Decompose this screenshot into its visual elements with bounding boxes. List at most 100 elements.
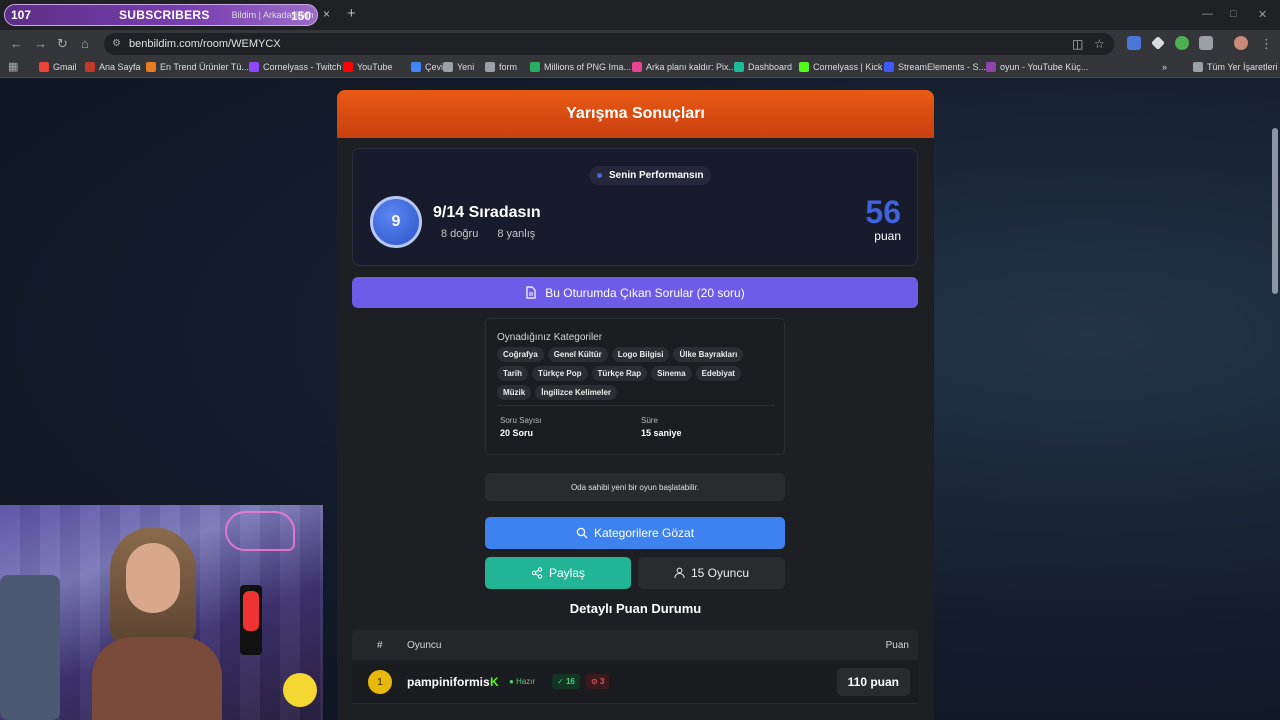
bookmark-star-icon[interactable]: ☆ — [1094, 37, 1105, 51]
bookmark-label: Yeni — [457, 62, 475, 72]
col-points: Puan — [885, 640, 909, 651]
category-chip: Ülke Bayrakları — [673, 347, 744, 362]
score-unit: puan — [874, 229, 901, 243]
bookmark-favicon-icon — [734, 62, 744, 72]
bookmark-item[interactable]: Çevir — [411, 62, 446, 72]
omnibox[interactable]: ⚙ benbildim.com/room/WEMYCX ◫ ☆ — [104, 33, 1114, 55]
share-label: Paylaş — [548, 566, 586, 580]
bookmark-item[interactable]: oyun - YouTube Küç... — [986, 62, 1088, 72]
site-info-icon[interactable]: ⚙ — [112, 38, 121, 49]
detailed-scores-title: Detaylı Puan Durumu — [569, 601, 702, 616]
neon-sign — [225, 511, 295, 551]
home-icon[interactable]: ⌂ — [81, 36, 89, 51]
extension-icon[interactable] — [1151, 36, 1165, 50]
ready-label: Hazır — [516, 677, 536, 686]
bookmark-label: Arka planı kaldır: Pix... — [646, 62, 737, 72]
bookmark-favicon-icon — [343, 62, 353, 72]
session-questions-button[interactable]: Bu Oturumda Çıkan Sorular (20 soru) — [352, 277, 918, 308]
session-questions-label: Bu Oturumda Çıkan Sorular (20 soru) — [545, 285, 745, 300]
url-text[interactable]: benbildim.com/room/WEMYCX — [129, 38, 281, 50]
category-chip: Logo Bilgisi — [611, 347, 670, 362]
wrong-count: 8 yanlış — [497, 228, 536, 240]
close-tab-icon[interactable]: × — [323, 7, 330, 21]
browse-categories-label: Kategorilere Gözat — [593, 526, 695, 540]
category-chip: Genel Kültür — [547, 347, 608, 362]
question-count-label: Soru Sayısı — [500, 416, 542, 425]
score-value: 56 — [865, 194, 901, 230]
duration-value: 15 saniye — [641, 428, 682, 438]
bookmark-label: form — [499, 62, 517, 72]
reload-icon[interactable]: ↻ — [57, 36, 68, 52]
close-window-icon[interactable]: ✕ — [1258, 8, 1267, 21]
more-bookmarks-icon[interactable]: » — [1162, 62, 1167, 72]
forward-icon[interactable]: → — [34, 36, 47, 51]
search-icon — [576, 527, 588, 539]
bookmark-item[interactable]: Ana Sayfa — [85, 62, 141, 72]
bookmark-favicon-icon — [530, 62, 540, 72]
minimize-icon[interactable]: — — [1202, 8, 1213, 20]
extension-icon[interactable] — [1175, 36, 1189, 50]
share-button[interactable]: Paylaş — [485, 557, 631, 589]
bookmark-label: StreamElements - S... — [898, 62, 987, 72]
performance-badge: Senin Performansın — [589, 166, 712, 185]
duck-toy — [283, 673, 317, 707]
bookmark-item[interactable]: StreamElements - S... — [884, 62, 986, 72]
streamer-face — [126, 543, 180, 613]
category-chip: Coğrafya — [497, 347, 544, 362]
scrollbar[interactable] — [1272, 128, 1278, 294]
bookmark-item[interactable]: Dashboard — [734, 62, 792, 72]
microphone — [240, 585, 262, 655]
bookmark-label: Cornelyass | Kick — [813, 62, 883, 72]
bookmark-item[interactable]: Millions of PNG Ima... — [530, 62, 631, 72]
bookmark-favicon-icon — [146, 62, 156, 72]
translate-extension-icon[interactable] — [1127, 36, 1141, 50]
subscriber-goal-overlay: 107 SUBSCRIBERS Bildim | Arkadaşların 15… — [4, 4, 318, 26]
menu-icon[interactable]: ⋮ — [1260, 36, 1273, 52]
bookmark-favicon-icon — [249, 62, 259, 72]
apps-grid-icon[interactable]: ▦ — [8, 60, 18, 73]
all-bookmarks[interactable]: Tüm Yer İşaretleri — [1193, 62, 1278, 72]
bookmark-favicon-icon — [85, 62, 95, 72]
all-bookmarks-label: Tüm Yer İşaretleri — [1207, 62, 1278, 72]
bookmark-item[interactable]: Arka planı kaldır: Pix... — [632, 62, 736, 72]
bookmark-favicon-icon — [485, 62, 495, 72]
user-icon — [674, 567, 685, 579]
restore-icon[interactable]: □ — [1230, 8, 1237, 20]
bookmark-item[interactable]: YouTube — [343, 62, 392, 72]
players-button[interactable]: 15 Oyuncu — [638, 557, 785, 589]
bookmark-item[interactable]: form — [485, 62, 517, 72]
bookmark-item[interactable]: En Trend Ürünler Tü... — [146, 62, 249, 72]
table-row[interactable]: 1 pampiniformis K ● Hazır ✓ 16 ⊘ 3 110 p… — [352, 660, 918, 704]
bookmark-label: Cornelyass - Twitch — [263, 62, 342, 72]
rank-circle: 9 — [370, 196, 422, 248]
share-icon — [531, 567, 543, 579]
divider — [497, 405, 775, 406]
correct-badge-value: 16 — [565, 677, 575, 686]
wrong-badge: ⊘ 3 — [586, 674, 610, 689]
bookmark-item[interactable]: Gmail — [39, 62, 77, 72]
host-notice: Oda sahibi yeni bir oyun başlatabilir. — [485, 473, 785, 501]
bookmark-favicon-icon — [884, 62, 894, 72]
new-tab-button[interactable]: + — [347, 5, 356, 22]
bookmarks-bar: ▦ Gmail Ana Sayfa En Trend Ürünler Tü... Co… — [0, 57, 1280, 78]
bookmark-favicon-icon — [443, 62, 453, 72]
extensions-puzzle-icon[interactable] — [1199, 36, 1213, 50]
streamer — [92, 527, 222, 720]
bookmark-item[interactable]: Cornelyass | Kick — [799, 62, 882, 72]
category-chip: Türkçe Rap — [591, 366, 648, 381]
subscriber-label: SUBSCRIBERS — [119, 8, 210, 22]
back-icon[interactable]: ← — [10, 36, 23, 51]
browse-categories-button[interactable]: Kategorilere Gözat — [485, 517, 785, 549]
install-app-icon[interactable]: ◫ — [1072, 37, 1083, 51]
webcam-overlay — [0, 505, 323, 720]
bookmark-favicon-icon — [39, 62, 49, 72]
answer-summary: 8 doğru 8 yanlış — [441, 228, 535, 240]
bookmark-item[interactable]: Cornelyass - Twitch — [249, 62, 341, 72]
profile-avatar[interactable] — [1234, 36, 1248, 50]
col-rank: # — [377, 640, 383, 651]
category-chip: Edebiyat — [695, 366, 741, 381]
bookmark-favicon-icon — [632, 62, 642, 72]
scoreboard-table: # Oyuncu Puan 1 pampiniformis K ● Hazır … — [352, 630, 918, 720]
bookmark-item[interactable]: Yeni — [443, 62, 474, 72]
players-label: 15 Oyuncu — [690, 566, 750, 580]
